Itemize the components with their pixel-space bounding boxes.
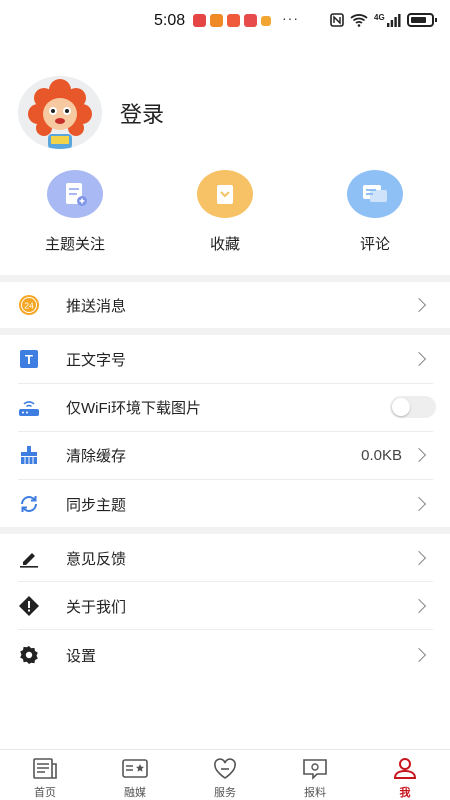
app-notification-icon — [244, 14, 257, 27]
svg-text:T: T — [25, 352, 33, 367]
menu-item-label: 关于我们 — [66, 598, 127, 616]
login-link[interactable]: 登录 — [120, 97, 164, 129]
nav-home[interactable]: 首页 — [0, 750, 90, 800]
nav-media[interactable]: 融媒 — [90, 750, 180, 800]
menu-item-sync-topics[interactable]: 同步主题 — [0, 480, 450, 528]
app-notification-icon — [210, 14, 223, 27]
font-size-icon: T — [18, 348, 40, 370]
status-time: 5:08 — [154, 12, 186, 29]
chevron-right-icon — [411, 550, 427, 566]
nav-label: 我 — [399, 787, 411, 799]
nav-me[interactable]: 我 — [360, 750, 450, 800]
battery-icon — [406, 13, 437, 27]
svg-text:24: 24 — [24, 301, 34, 311]
status-more-icon: ··· — [282, 10, 299, 26]
favorites-icon — [197, 170, 253, 218]
status-indicators: 4G — [330, 12, 437, 27]
nav-label: 服务 — [214, 787, 236, 799]
warning-diamond-icon — [18, 595, 40, 617]
lion-mascot-icon — [18, 76, 102, 149]
menu-item-about-us[interactable]: 关于我们 — [0, 582, 450, 630]
quick-action-label: 收藏 — [209, 236, 240, 253]
quick-action-topic-follow[interactable]: 主题关注 — [15, 170, 135, 254]
menu-item-label: 设置 — [66, 647, 97, 665]
status-app-icons — [193, 14, 271, 27]
avatar[interactable] — [18, 76, 102, 149]
push-24-icon: 24 — [18, 294, 40, 316]
section-divider — [0, 328, 450, 335]
wifi-only-toggle[interactable] — [390, 396, 436, 418]
chevron-right-icon — [411, 598, 427, 614]
quick-action-label: 评论 — [359, 236, 390, 253]
menu-item-label: 仅WiFi环境下载图片 — [66, 399, 201, 417]
section-divider — [0, 527, 450, 534]
heart-hands-icon — [212, 758, 238, 780]
wifi-icon — [350, 14, 368, 27]
nav-services[interactable]: 服务 — [180, 750, 270, 800]
menu-item-label: 意见反馈 — [66, 550, 127, 568]
report-chat-icon — [302, 758, 328, 780]
bottom-nav: 首页 融媒 服务 报料 我 — [0, 749, 450, 800]
topic-follow-icon — [47, 170, 103, 218]
cache-size: 0.0KB — [361, 446, 402, 464]
menu-item-push-messages[interactable]: 24 推送消息 — [0, 281, 450, 329]
router-icon — [18, 396, 40, 418]
nfc-icon — [330, 13, 344, 27]
status-bar: 5:08 ··· 4G — [0, 0, 450, 44]
network-type: 4G — [374, 12, 385, 22]
quick-action-favorites[interactable]: 收藏 — [165, 170, 285, 254]
menu-item-clear-cache[interactable]: 清除缓存 0.0KB — [0, 431, 450, 479]
row-divider — [18, 629, 433, 630]
nav-label: 报料 — [304, 787, 326, 799]
gear-icon — [18, 644, 40, 666]
menu-item-label: 推送消息 — [66, 297, 127, 315]
quick-actions: 主题关注 收藏 评论 — [0, 170, 450, 270]
menu-item-label: 清除缓存 — [66, 447, 127, 465]
signal-icon — [386, 13, 401, 27]
menu-item-wifi-images: 仅WiFi环境下载图片 — [0, 383, 450, 431]
app-notification-icon — [193, 14, 206, 27]
pencil-icon — [18, 547, 40, 569]
quick-action-label: 主题关注 — [44, 236, 105, 253]
menu-item-settings[interactable]: 设置 — [0, 631, 450, 679]
menu-item-feedback[interactable]: 意见反馈 — [0, 534, 450, 582]
profile-header[interactable]: 登录 — [18, 76, 164, 149]
chevron-right-icon — [411, 297, 427, 313]
chevron-right-icon — [411, 447, 427, 463]
newspaper-icon — [32, 758, 58, 780]
nav-label: 融媒 — [124, 787, 146, 799]
broom-icon — [18, 444, 40, 466]
chevron-right-icon — [411, 351, 427, 367]
media-card-icon — [122, 758, 148, 780]
chevron-right-icon — [411, 496, 427, 512]
comments-icon — [347, 170, 403, 218]
quick-action-comments[interactable]: 评论 — [315, 170, 435, 254]
menu-item-label: 同步主题 — [66, 496, 127, 514]
chevron-right-icon — [411, 647, 427, 663]
nav-label: 首页 — [34, 787, 56, 799]
user-icon — [392, 758, 418, 780]
app-notification-icon — [261, 16, 271, 26]
menu-item-font-size[interactable]: T 正文字号 — [0, 335, 450, 383]
app-notification-icon — [227, 14, 240, 27]
nav-report[interactable]: 报料 — [270, 750, 360, 800]
menu-item-label: 正文字号 — [66, 351, 127, 369]
sync-icon — [18, 493, 40, 515]
